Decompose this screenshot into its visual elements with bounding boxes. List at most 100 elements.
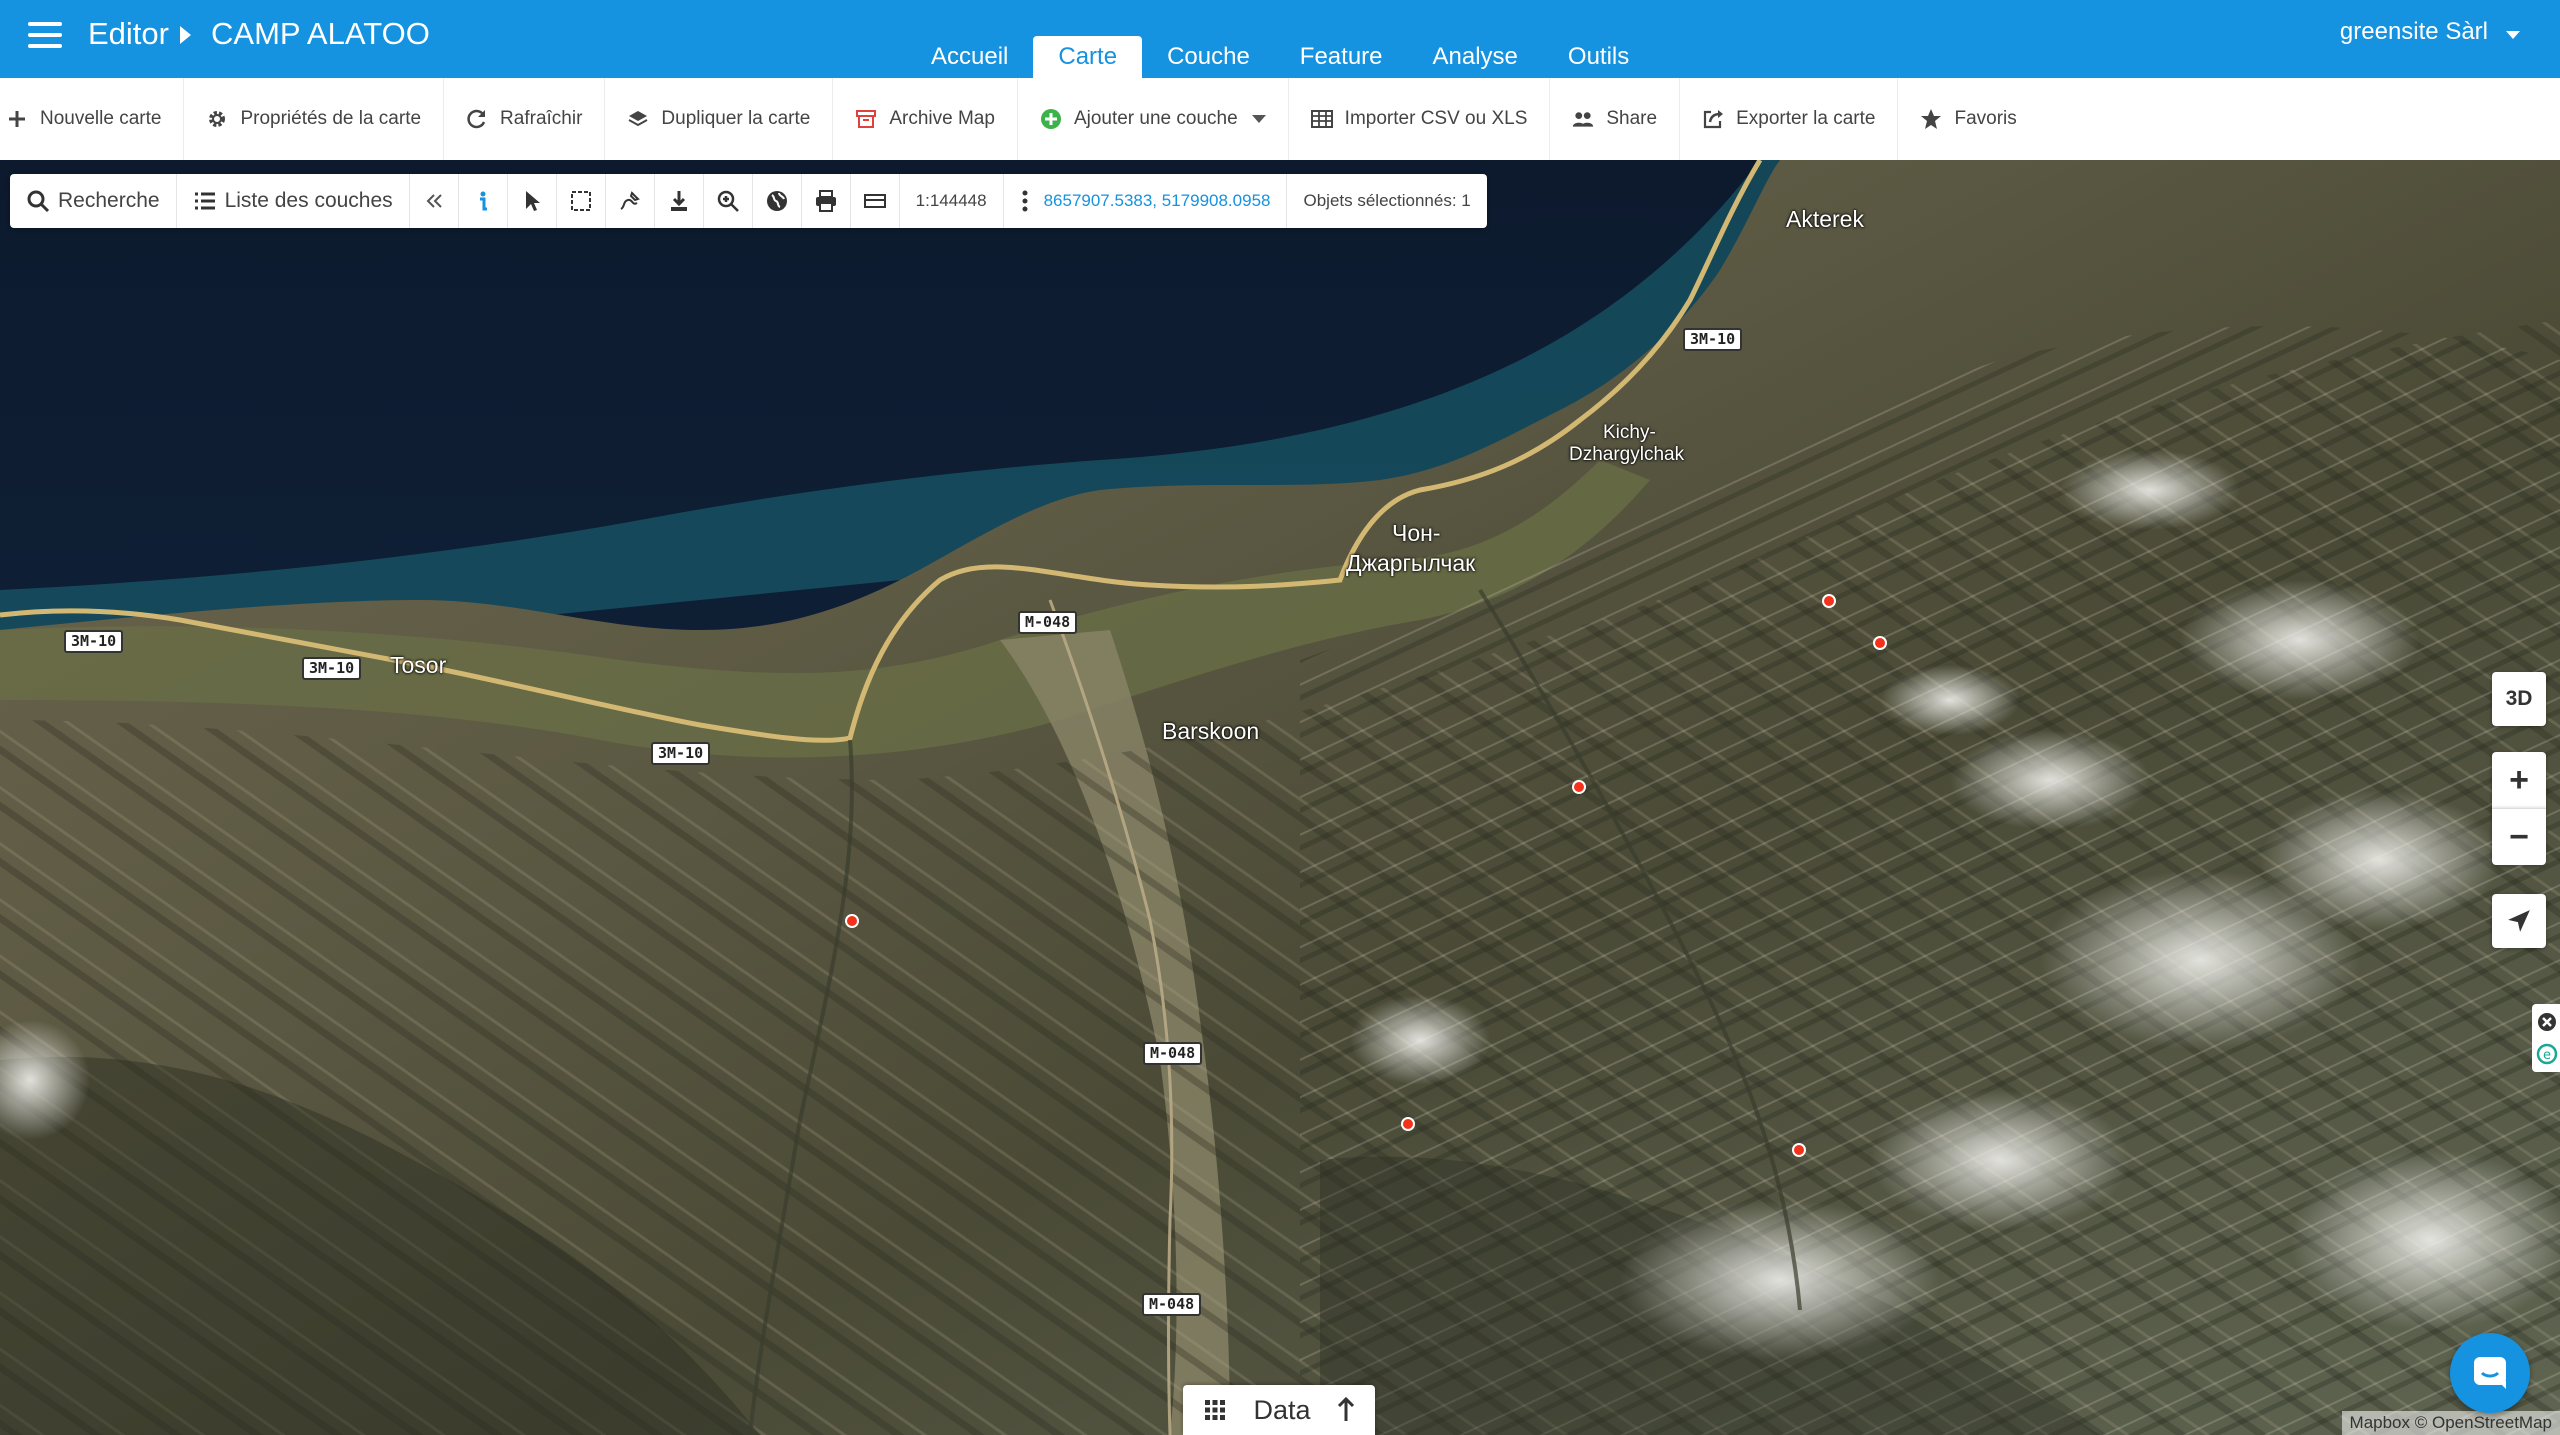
tab-couche[interactable]: Couche [1142,36,1275,78]
chat-icon [2474,1357,2506,1389]
refresh-icon [467,109,486,129]
zoom-out-button[interactable]: − [2492,808,2546,865]
add-layer-dropdown[interactable]: Ajouter une couche [1016,78,1288,160]
place-tosor: Tosor [390,652,447,678]
chat-button[interactable] [2450,1333,2530,1413]
main-tabs: Accueil Carte Couche Feature Analyse Out… [906,36,1654,78]
search-icon [27,190,50,213]
map-marker[interactable] [1792,1143,1806,1157]
map-marker[interactable] [1401,1117,1415,1131]
place-barskoon: Barskoon [1162,718,1260,744]
scale-value: 1:144448 [915,191,987,210]
list-icon [194,192,215,210]
scale-readout: 1:144448 [898,174,1003,228]
selected-objects: Objets sélectionnés: 1 [1286,174,1486,228]
place-chon: Чон- [1392,520,1441,546]
satellite-imagery [0,160,2560,1435]
search-button[interactable]: Recherche [10,174,176,228]
globe-tool-button[interactable] [751,174,801,228]
tab-feature[interactable]: Feature [1275,36,1408,78]
road-shield: М-048 [1142,1293,1202,1316]
selected-count-value: Objets sélectionnés: 1 [1303,191,1471,210]
gear-icon [209,111,226,127]
info-icon [479,191,487,211]
map-marker[interactable] [1822,594,1836,608]
locate-button[interactable] [2492,894,2546,948]
box-select-button[interactable] [555,174,605,228]
zoom-in-icon [717,190,739,212]
layer-list-button[interactable]: Liste des couches [175,174,409,228]
map-marker[interactable] [1873,636,1887,650]
user-menu[interactable]: greensite Sàrl [2340,18,2488,46]
measure-button[interactable] [849,174,899,228]
road-shield: ЗМ-10 [64,630,124,653]
export-map-label: Exporter la carte [1736,108,1876,129]
favorites-button[interactable]: Favoris [1897,78,2038,160]
breadcrumb-map-name: CAMP ALATOO [211,16,430,51]
layers-stack-icon [628,111,648,127]
new-map-button[interactable]: Nouvelle carte [0,78,183,160]
coordinates-value: 8657907.5383, 5179908.0958 [1043,191,1271,210]
globe-icon [766,191,787,211]
chevron-down-icon[interactable] [2506,31,2520,39]
share-button[interactable]: Share [1549,78,1679,160]
print-button[interactable] [800,174,850,228]
tab-analyse[interactable]: Analyse [1408,36,1543,78]
add-layer-label: Ajouter une couche [1073,108,1238,129]
map-attribution[interactable]: Mapbox © OpenStreetMap [2341,1411,2560,1435]
refresh-label: Rafraîchir [500,108,583,129]
svg-text:e: e [2543,1048,2551,1063]
3d-toggle-button[interactable]: 3D [2492,672,2546,726]
map-tools-bar: Recherche Liste des couches 1:144448 865… [10,174,1487,228]
more-icon[interactable] [1020,189,1030,213]
map-toolbar: Nouvelle carte Propriétés de la carte Ra… [0,78,2560,161]
zoom-tool-button[interactable] [702,174,752,228]
search-label: Recherche [58,189,160,212]
share-label: Share [1606,108,1658,129]
import-csv-button[interactable]: Importer CSV ou XLS [1287,78,1550,160]
grid-icon [1205,1400,1226,1420]
mapbox-logo-icon: e [2536,1013,2558,1065]
duplicate-map-label: Dupliquer la carte [661,108,811,129]
plus-icon [9,111,25,127]
breadcrumb-editor[interactable]: Editor [88,16,169,52]
table-icon [1310,110,1333,128]
data-panel-toggle[interactable]: Data [1183,1385,1375,1435]
map-properties-button[interactable]: Propriétés de la carte [183,78,443,160]
place-dzhargylchak: Dzhargylchak [1569,444,1685,465]
plus-circle-icon [1040,109,1061,129]
attribution-badges[interactable]: e [2532,1004,2560,1072]
collapse-button[interactable] [408,174,458,228]
coordinates-readout[interactable]: 8657907.5383, 5179908.0958 [1002,174,1287,228]
draw-tool-button[interactable] [604,174,654,228]
zoom-in-button[interactable]: + [2492,752,2546,808]
refresh-button[interactable]: Rafraîchir [443,78,604,160]
select-box-icon [570,191,591,211]
map-marker[interactable] [1572,780,1586,794]
pointer-tool-button[interactable] [506,174,556,228]
export-map-button[interactable]: Exporter la carte [1679,78,1897,160]
map-marker[interactable] [845,914,859,928]
arrow-up-icon [1337,1397,1354,1421]
tab-outils[interactable]: Outils [1543,36,1654,78]
duplicate-map-button[interactable]: Dupliquer la carte [604,78,832,160]
tab-accueil[interactable]: Accueil [906,36,1033,78]
collapse-icon [426,194,442,208]
archive-map-button[interactable]: Archive Map [832,78,1017,160]
new-map-label: Nouvelle carte [40,108,162,129]
draw-path-icon [620,191,640,210]
place-kichy: Kichy- [1603,422,1656,443]
archive-map-label: Archive Map [889,108,995,129]
download-tool-button[interactable] [653,174,703,228]
road-shield: М-048 [1018,611,1078,634]
export-icon [1703,110,1724,129]
map-canvas[interactable]: Akterek Kichy- Dzhargylchak Чон- Джаргыл… [0,160,2560,1435]
tab-carte[interactable]: Carte [1033,36,1143,78]
menu-icon[interactable] [28,22,62,50]
archive-icon [856,110,877,128]
favorites-label: Favoris [1954,108,2017,129]
road-shield: ЗМ-10 [651,742,711,765]
info-tool-button[interactable] [457,174,507,228]
download-icon [670,191,687,211]
chevron-down-icon[interactable] [1251,115,1266,123]
